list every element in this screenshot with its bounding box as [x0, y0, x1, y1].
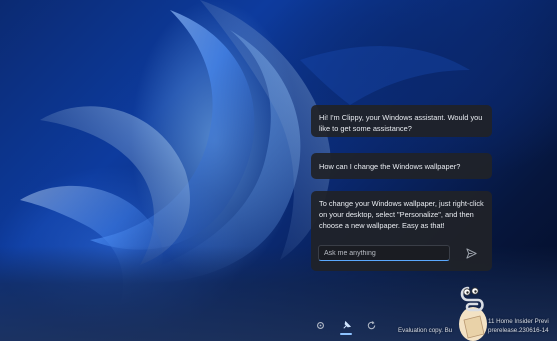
active-indicator — [340, 333, 352, 335]
watermark-line-1: 11 Home Insider Previ — [488, 318, 549, 325]
clippy-assistant-icon[interactable] — [450, 280, 496, 341]
refresh-icon[interactable] — [364, 318, 378, 332]
pin-icon[interactable] — [339, 318, 353, 332]
watermark-line-3: prerelease.230616-14 — [488, 327, 549, 334]
gear-icon[interactable] — [313, 318, 327, 332]
assistant-reply-text: To change your Windows wallpaper, just r… — [319, 199, 484, 230]
send-icon — [465, 247, 477, 259]
user-message-bubble: How can I change the Windows wallpaper? — [311, 153, 492, 179]
assistant-greeting-bubble: Hi! I'm Clippy, your Windows assistant. … — [311, 105, 492, 137]
send-button[interactable] — [464, 246, 478, 260]
chat-input-row — [318, 245, 483, 263]
ask-input[interactable] — [318, 245, 450, 261]
user-message-text: How can I change the Windows wallpaper? — [319, 161, 461, 171]
